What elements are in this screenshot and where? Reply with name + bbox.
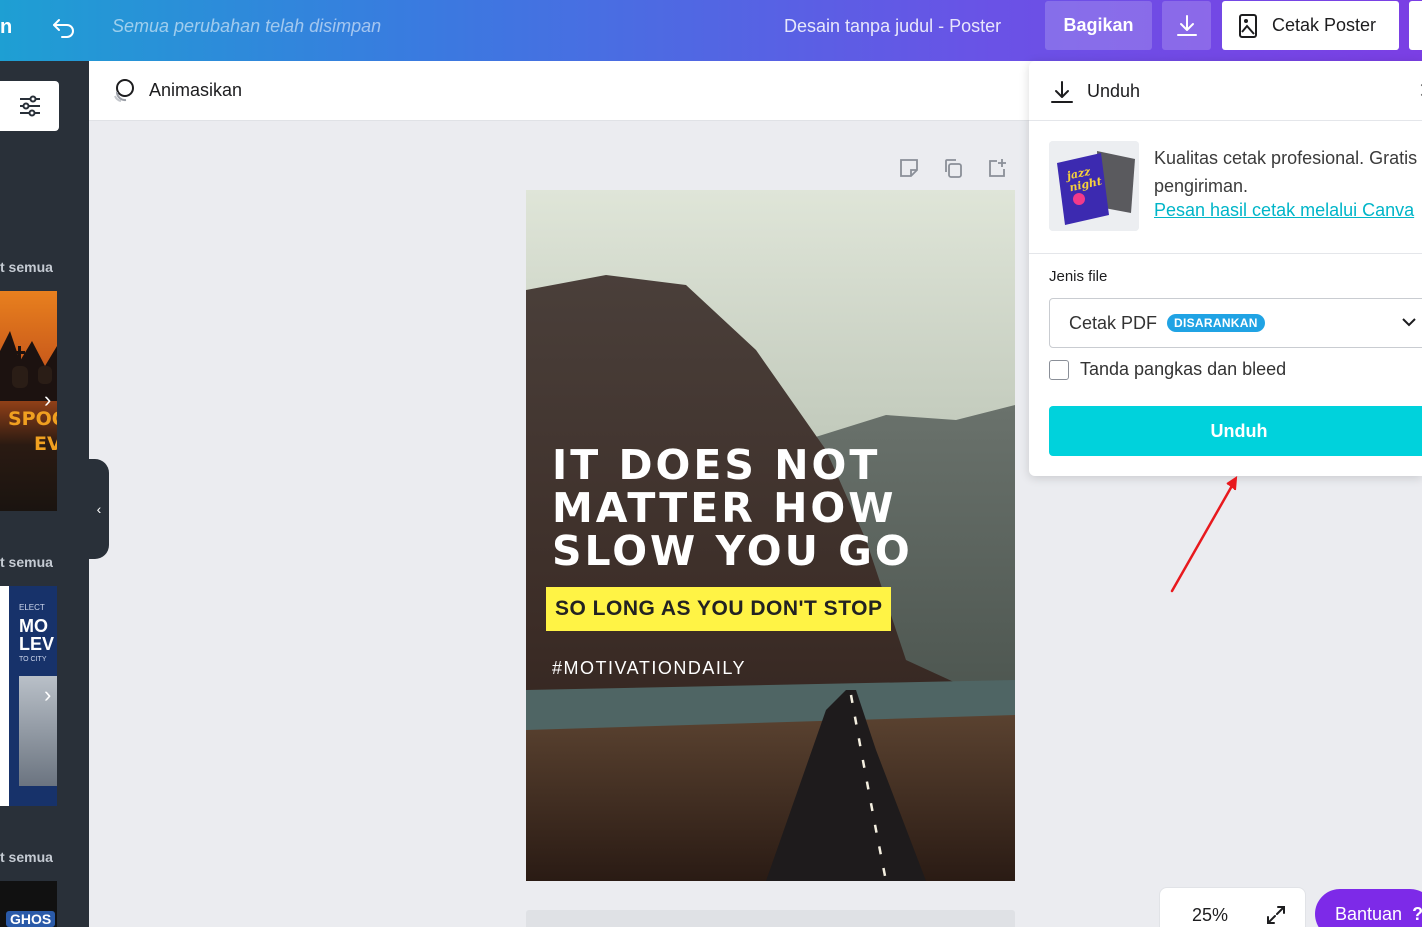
print-promo-text: Kualitas cetak profesional. Gratis pengi… [1154,148,1418,196]
download-submit-button[interactable]: Unduh [1049,406,1422,456]
poster-headline-line-3: SLOW YOU GO [552,527,913,575]
menu-edge-text[interactable]: n [0,16,12,39]
collapse-panel-button[interactable]: ‹ [89,459,109,559]
filter-button[interactable] [0,81,59,131]
download-panel: Unduh ✕ jazz night Kualitas cetak profes… [1029,61,1422,476]
annotation-arrow-icon [1170,476,1238,593]
animate-button[interactable]: Animasikan [111,77,242,103]
page-tools [896,155,1010,181]
help-label: Bantuan [1335,903,1403,924]
thumb-ghost-title: GHOS [6,911,56,927]
document-title[interactable]: Desain tanpa judul - Poster [784,16,1001,37]
file-type-value: Cetak PDF [1069,312,1158,333]
help-button[interactable]: Bantuan ? [1315,889,1422,927]
print-poster-icon [1239,13,1257,38]
help-icon: ? [1412,903,1422,924]
divider [1029,253,1422,254]
add-note-icon[interactable] [896,155,922,181]
carousel-next-icon-1[interactable]: › [44,387,51,413]
print-poster-label: Cetak Poster [1272,15,1377,35]
next-page-preview[interactable] [526,910,1015,927]
file-type-select[interactable]: Cetak PDF DISARANKAN [1049,298,1422,348]
fullscreen-icon[interactable] [1264,903,1288,927]
animate-label: Animasikan [149,79,243,100]
chevron-down-icon [1400,313,1418,336]
download-panel-title: Unduh [1087,81,1141,101]
thumb-election-title-2: LEV [19,634,55,654]
crop-marks-label: Tanda pangkas dan bleed [1080,359,1287,379]
crop-marks-option[interactable]: Tanda pangkas dan bleed [1049,359,1286,380]
publish-button-edge[interactable] [1409,1,1422,50]
templates-panel: t semua SPOO EV › t semua ELECT MO LEV T… [0,61,89,927]
undo-icon[interactable] [50,14,78,42]
save-status: Semua perubahan telah disimpan [112,16,382,36]
zoom-level[interactable]: 25% [1192,905,1228,926]
poster-hashtag[interactable]: #MOTIVATIONDAILY [552,658,746,679]
file-type-label: Jenis file [1049,268,1108,285]
download-panel-header: Unduh ✕ [1029,61,1422,121]
see-all-link-3[interactable]: t semua [0,849,53,865]
zoom-control: 25% [1159,887,1306,927]
download-icon [1176,14,1197,36]
see-all-link-2[interactable]: t semua [0,554,53,570]
crop-marks-checkbox[interactable] [1049,359,1069,380]
chevron-left-icon: ‹ [96,501,102,517]
filter-icon [19,95,40,117]
print-poster-button[interactable]: Cetak Poster [1222,1,1399,50]
close-icon[interactable]: ✕ [1418,78,1422,104]
carousel-next-icon-2[interactable]: › [44,682,51,708]
top-bar: n Semua perubahan telah disimpan Desain … [0,0,1422,61]
poster-headline-line-2: MATTER HOW [552,484,897,532]
duplicate-page-icon[interactable] [940,155,966,181]
thumb-election-subtitle: TO CITY [19,656,47,663]
add-page-icon[interactable] [984,155,1010,181]
share-button[interactable]: Bagikan [1045,1,1152,50]
see-all-link-1[interactable]: t semua [0,259,53,275]
poster-subline[interactable]: SO LONG AS YOU DON'T STOP [546,587,892,631]
download-button[interactable] [1162,1,1211,50]
poster-canvas[interactable]: IT DOES NOT MATTER HOW SLOW YOU GO SO LO… [526,190,1015,881]
animate-icon [114,79,134,102]
order-print-link[interactable]: Pesan hasil cetak melalui Canva [1154,200,1414,221]
recommended-badge: DISARANKAN [1167,314,1265,332]
download-icon [1049,79,1075,110]
poster-headline-line-1: IT DOES NOT [552,441,881,489]
template-thumbnail-ghost[interactable]: GHOS [0,881,57,927]
thumb-halloween-title-2: EV [34,433,57,455]
thumb-election-eyebrow: ELECT [19,603,45,612]
print-promo-image: jazz night [1049,141,1139,231]
poster-headline[interactable]: IT DOES NOT MATTER HOW SLOW YOU GO [552,444,913,573]
